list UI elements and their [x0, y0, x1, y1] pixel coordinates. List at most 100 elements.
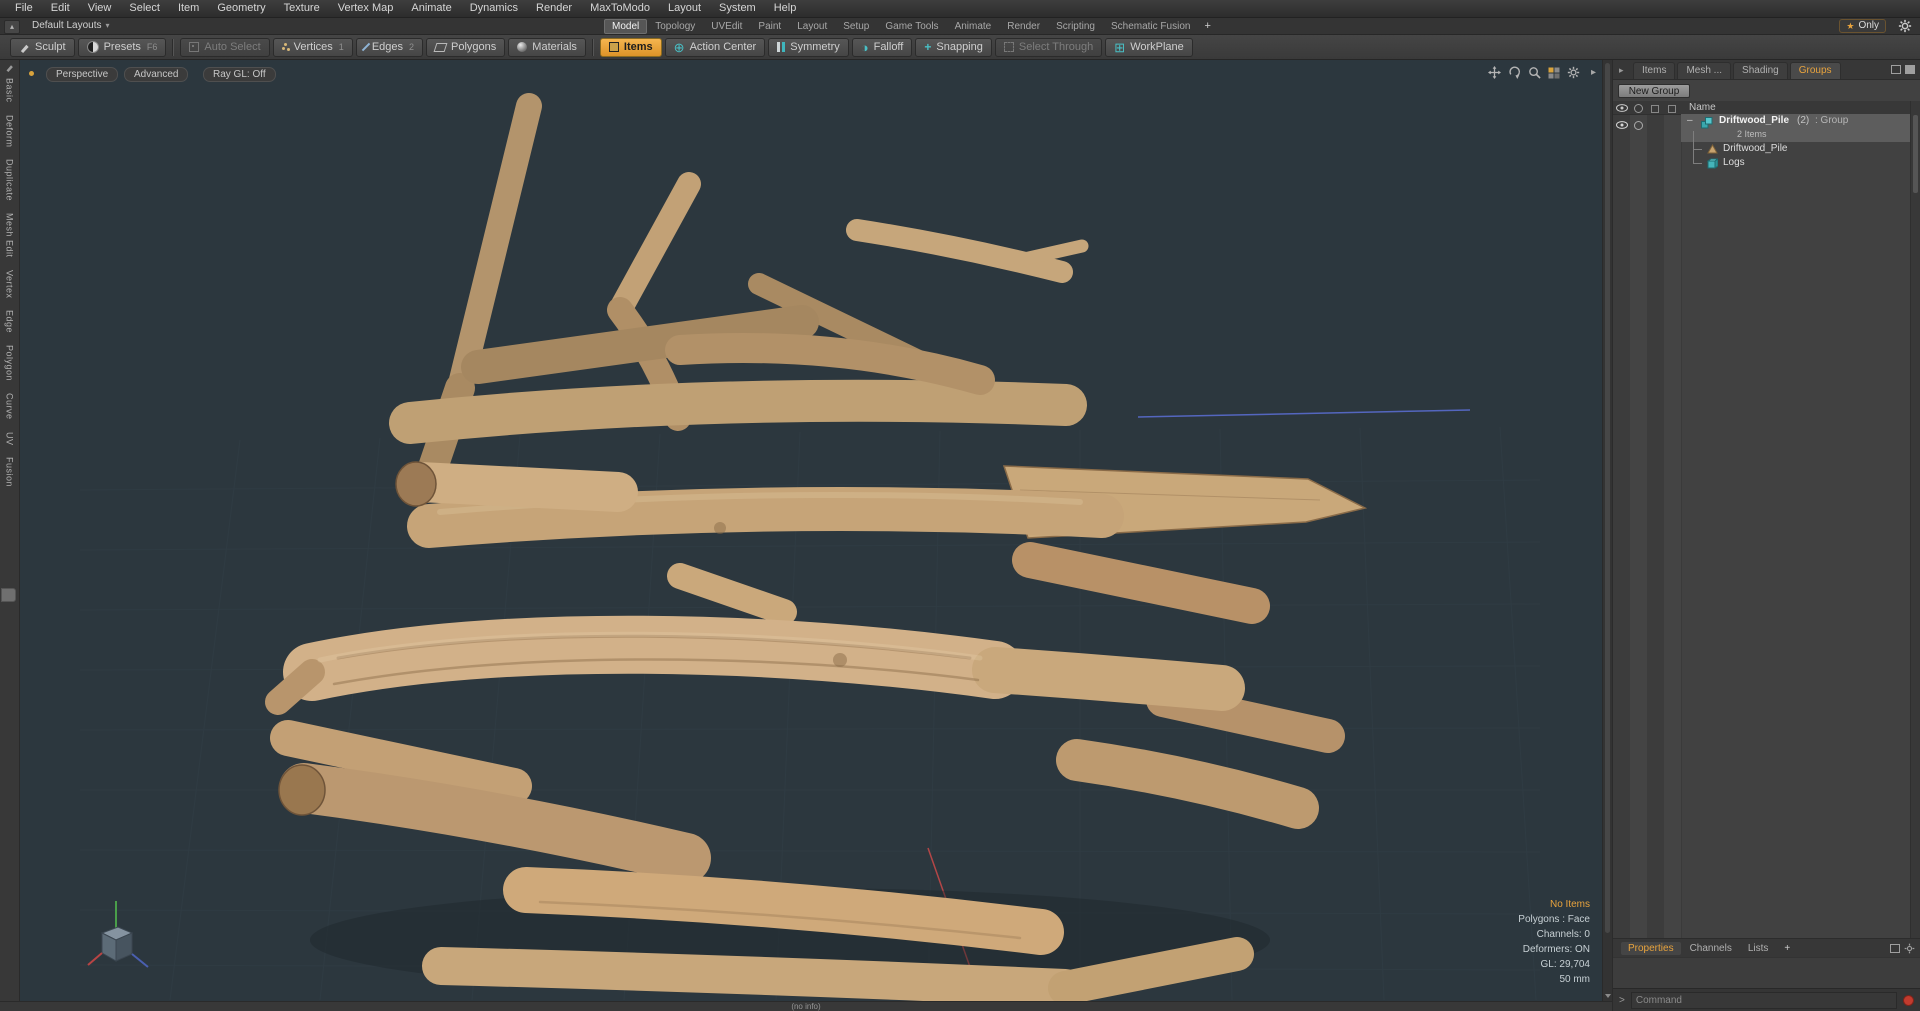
layout-tab-model[interactable]: Model: [604, 18, 648, 34]
menu-item-file[interactable]: File: [6, 0, 42, 17]
new-group-button[interactable]: New Group: [1618, 84, 1690, 98]
tab-properties[interactable]: Properties: [1621, 941, 1681, 955]
tree-row-driftwood-mesh[interactable]: Driftwood_Pile: [1681, 142, 1910, 156]
edges-mode-button[interactable]: Edges 2: [355, 37, 424, 57]
left-tab-basic[interactable]: Basic: [5, 72, 15, 109]
layout-tab-setup[interactable]: Setup: [835, 19, 877, 34]
layout-tab-uvedit[interactable]: UVEdit: [703, 19, 750, 34]
falloff-icon: ◑: [860, 39, 869, 55]
workplane-button[interactable]: ⊞ WorkPlane: [1105, 37, 1193, 57]
panel-maximize-icon[interactable]: [1905, 65, 1915, 74]
left-tab-vertex[interactable]: Vertex: [5, 264, 15, 305]
tab-items[interactable]: Items: [1633, 62, 1676, 79]
viewport-raygl-toggle[interactable]: Ray GL: Off: [203, 67, 276, 82]
collapse-icon[interactable]: –: [1687, 115, 1693, 126]
menu-item-maxtomodo[interactable]: MaxToModo: [581, 0, 659, 17]
viewport-scrollbar[interactable]: [1602, 60, 1612, 1001]
left-tab-deform[interactable]: Deform: [5, 109, 15, 154]
scroll-down-icon[interactable]: [1605, 994, 1611, 998]
render-toggle-icon[interactable]: [1634, 121, 1643, 130]
only-button[interactable]: ★ Only: [1839, 19, 1886, 33]
snapping-button[interactable]: + Snapping: [915, 37, 992, 57]
orbit-icon[interactable]: [1508, 66, 1521, 79]
vertices-mode-button[interactable]: Vertices 1: [272, 37, 353, 57]
left-tab-polygon[interactable]: Polygon: [5, 339, 15, 387]
menu-item-animate[interactable]: Animate: [402, 0, 460, 17]
scrollbar-thumb[interactable]: [1913, 115, 1918, 193]
select-through-button[interactable]: Select Through: [994, 37, 1103, 57]
left-tab-uv[interactable]: UV: [5, 426, 15, 452]
menu-item-vertex-map[interactable]: Vertex Map: [329, 0, 403, 17]
tab-shading[interactable]: Shading: [1733, 62, 1788, 79]
polygons-mode-button[interactable]: Polygons: [426, 37, 506, 57]
falloff-button[interactable]: ◑ Falloff: [851, 37, 913, 57]
items-mode-button[interactable]: Items: [599, 37, 662, 57]
layout-tab-schematic-fusion[interactable]: Schematic Fusion: [1103, 19, 1198, 34]
tree-row-logs[interactable]: Logs: [1681, 156, 1910, 170]
tab-mesh-ops[interactable]: Mesh ...: [1677, 62, 1732, 79]
settings-gear-icon[interactable]: [1898, 19, 1912, 33]
polygons-label: Polygons: [451, 41, 497, 53]
left-tab-edge[interactable]: Edge: [5, 304, 15, 339]
menu-item-system[interactable]: System: [710, 0, 765, 17]
viewport-shading-advanced[interactable]: Advanced: [124, 67, 189, 82]
tree-scrollbar[interactable]: [1910, 101, 1920, 938]
layout-tab-topology[interactable]: Topology: [647, 19, 703, 34]
layout-tab-scripting[interactable]: Scripting: [1048, 19, 1103, 34]
symmetry-button[interactable]: Symmetry: [768, 37, 849, 57]
tab-overflow-icon[interactable]: ▸: [1619, 65, 1624, 76]
visibility-eye-icon[interactable]: [1616, 121, 1628, 129]
menu-item-item[interactable]: Item: [169, 0, 208, 17]
layout-grid-icon[interactable]: [1548, 67, 1560, 79]
viewport-tools: [1488, 66, 1580, 79]
materials-mode-button[interactable]: Materials: [508, 37, 586, 57]
layout-tab-animate[interactable]: Animate: [947, 19, 1000, 34]
viewport-expand-arrow-icon[interactable]: ▸: [1591, 67, 1596, 78]
left-tab-fusion[interactable]: Fusion: [5, 451, 15, 493]
add-layout-tab-button[interactable]: +: [1198, 19, 1216, 34]
layout-tab-game-tools[interactable]: Game Tools: [877, 19, 946, 34]
pencil-icon[interactable]: [5, 63, 14, 72]
action-center-button[interactable]: ⊕ Action Center: [664, 37, 766, 57]
panel-handle[interactable]: [1, 588, 16, 602]
menu-item-geometry[interactable]: Geometry: [208, 0, 274, 17]
menu-item-help[interactable]: Help: [765, 0, 806, 17]
select-through-label: Select Through: [1018, 41, 1094, 53]
add-tab-button[interactable]: +: [1777, 942, 1797, 955]
auto-select-button[interactable]: Auto Select: [180, 37, 270, 57]
gear-icon[interactable]: [1567, 66, 1580, 79]
panel-expand-icon[interactable]: [1891, 65, 1901, 74]
menu-item-dynamics[interactable]: Dynamics: [461, 0, 527, 17]
menu-item-edit[interactable]: Edit: [42, 0, 79, 17]
tab-channels[interactable]: Channels: [1683, 942, 1739, 955]
layout-up-icon[interactable]: ▴: [4, 20, 20, 34]
sculpt-button[interactable]: Sculpt: [10, 37, 75, 57]
gear-icon[interactable]: [1904, 943, 1915, 954]
left-tab-duplicate[interactable]: Duplicate: [5, 153, 15, 207]
menu-item-view[interactable]: View: [79, 0, 121, 17]
pan-icon[interactable]: [1488, 66, 1501, 79]
layout-tab-render[interactable]: Render: [999, 19, 1048, 34]
tab-groups[interactable]: Groups: [1789, 62, 1841, 79]
panel-expand-icon[interactable]: [1890, 943, 1900, 953]
menu-item-layout[interactable]: Layout: [659, 0, 710, 17]
render-column-icon: [1634, 104, 1643, 113]
tab-lists[interactable]: Lists: [1741, 942, 1776, 955]
scrollbar-thumb[interactable]: [1605, 63, 1610, 933]
command-input[interactable]: [1630, 991, 1897, 1009]
menu-item-texture[interactable]: Texture: [275, 0, 329, 17]
presets-button[interactable]: Presets F6: [77, 37, 167, 57]
left-tab-mesh-edit[interactable]: Mesh Edit: [5, 207, 15, 264]
viewport-mode-perspective[interactable]: Perspective: [46, 67, 119, 82]
layout-switcher[interactable]: Default Layouts ▾: [26, 19, 116, 33]
zoom-icon[interactable]: [1528, 66, 1541, 79]
viewport-menu-dot[interactable]: [29, 71, 34, 76]
menu-item-select[interactable]: Select: [120, 0, 169, 17]
tree-row-group-driftwood-pile[interactable]: – Driftwood_Pile (2) : Group 2 Items: [1681, 114, 1910, 142]
menu-item-render[interactable]: Render: [527, 0, 581, 17]
record-indicator[interactable]: [1903, 994, 1914, 1006]
layout-tab-layout[interactable]: Layout: [789, 19, 835, 34]
viewport-3d[interactable]: Perspective Advanced Ray GL: Off ▸ No It…: [20, 60, 1602, 1001]
layout-tab-paint[interactable]: Paint: [750, 19, 789, 34]
left-tab-curve[interactable]: Curve: [5, 387, 15, 426]
